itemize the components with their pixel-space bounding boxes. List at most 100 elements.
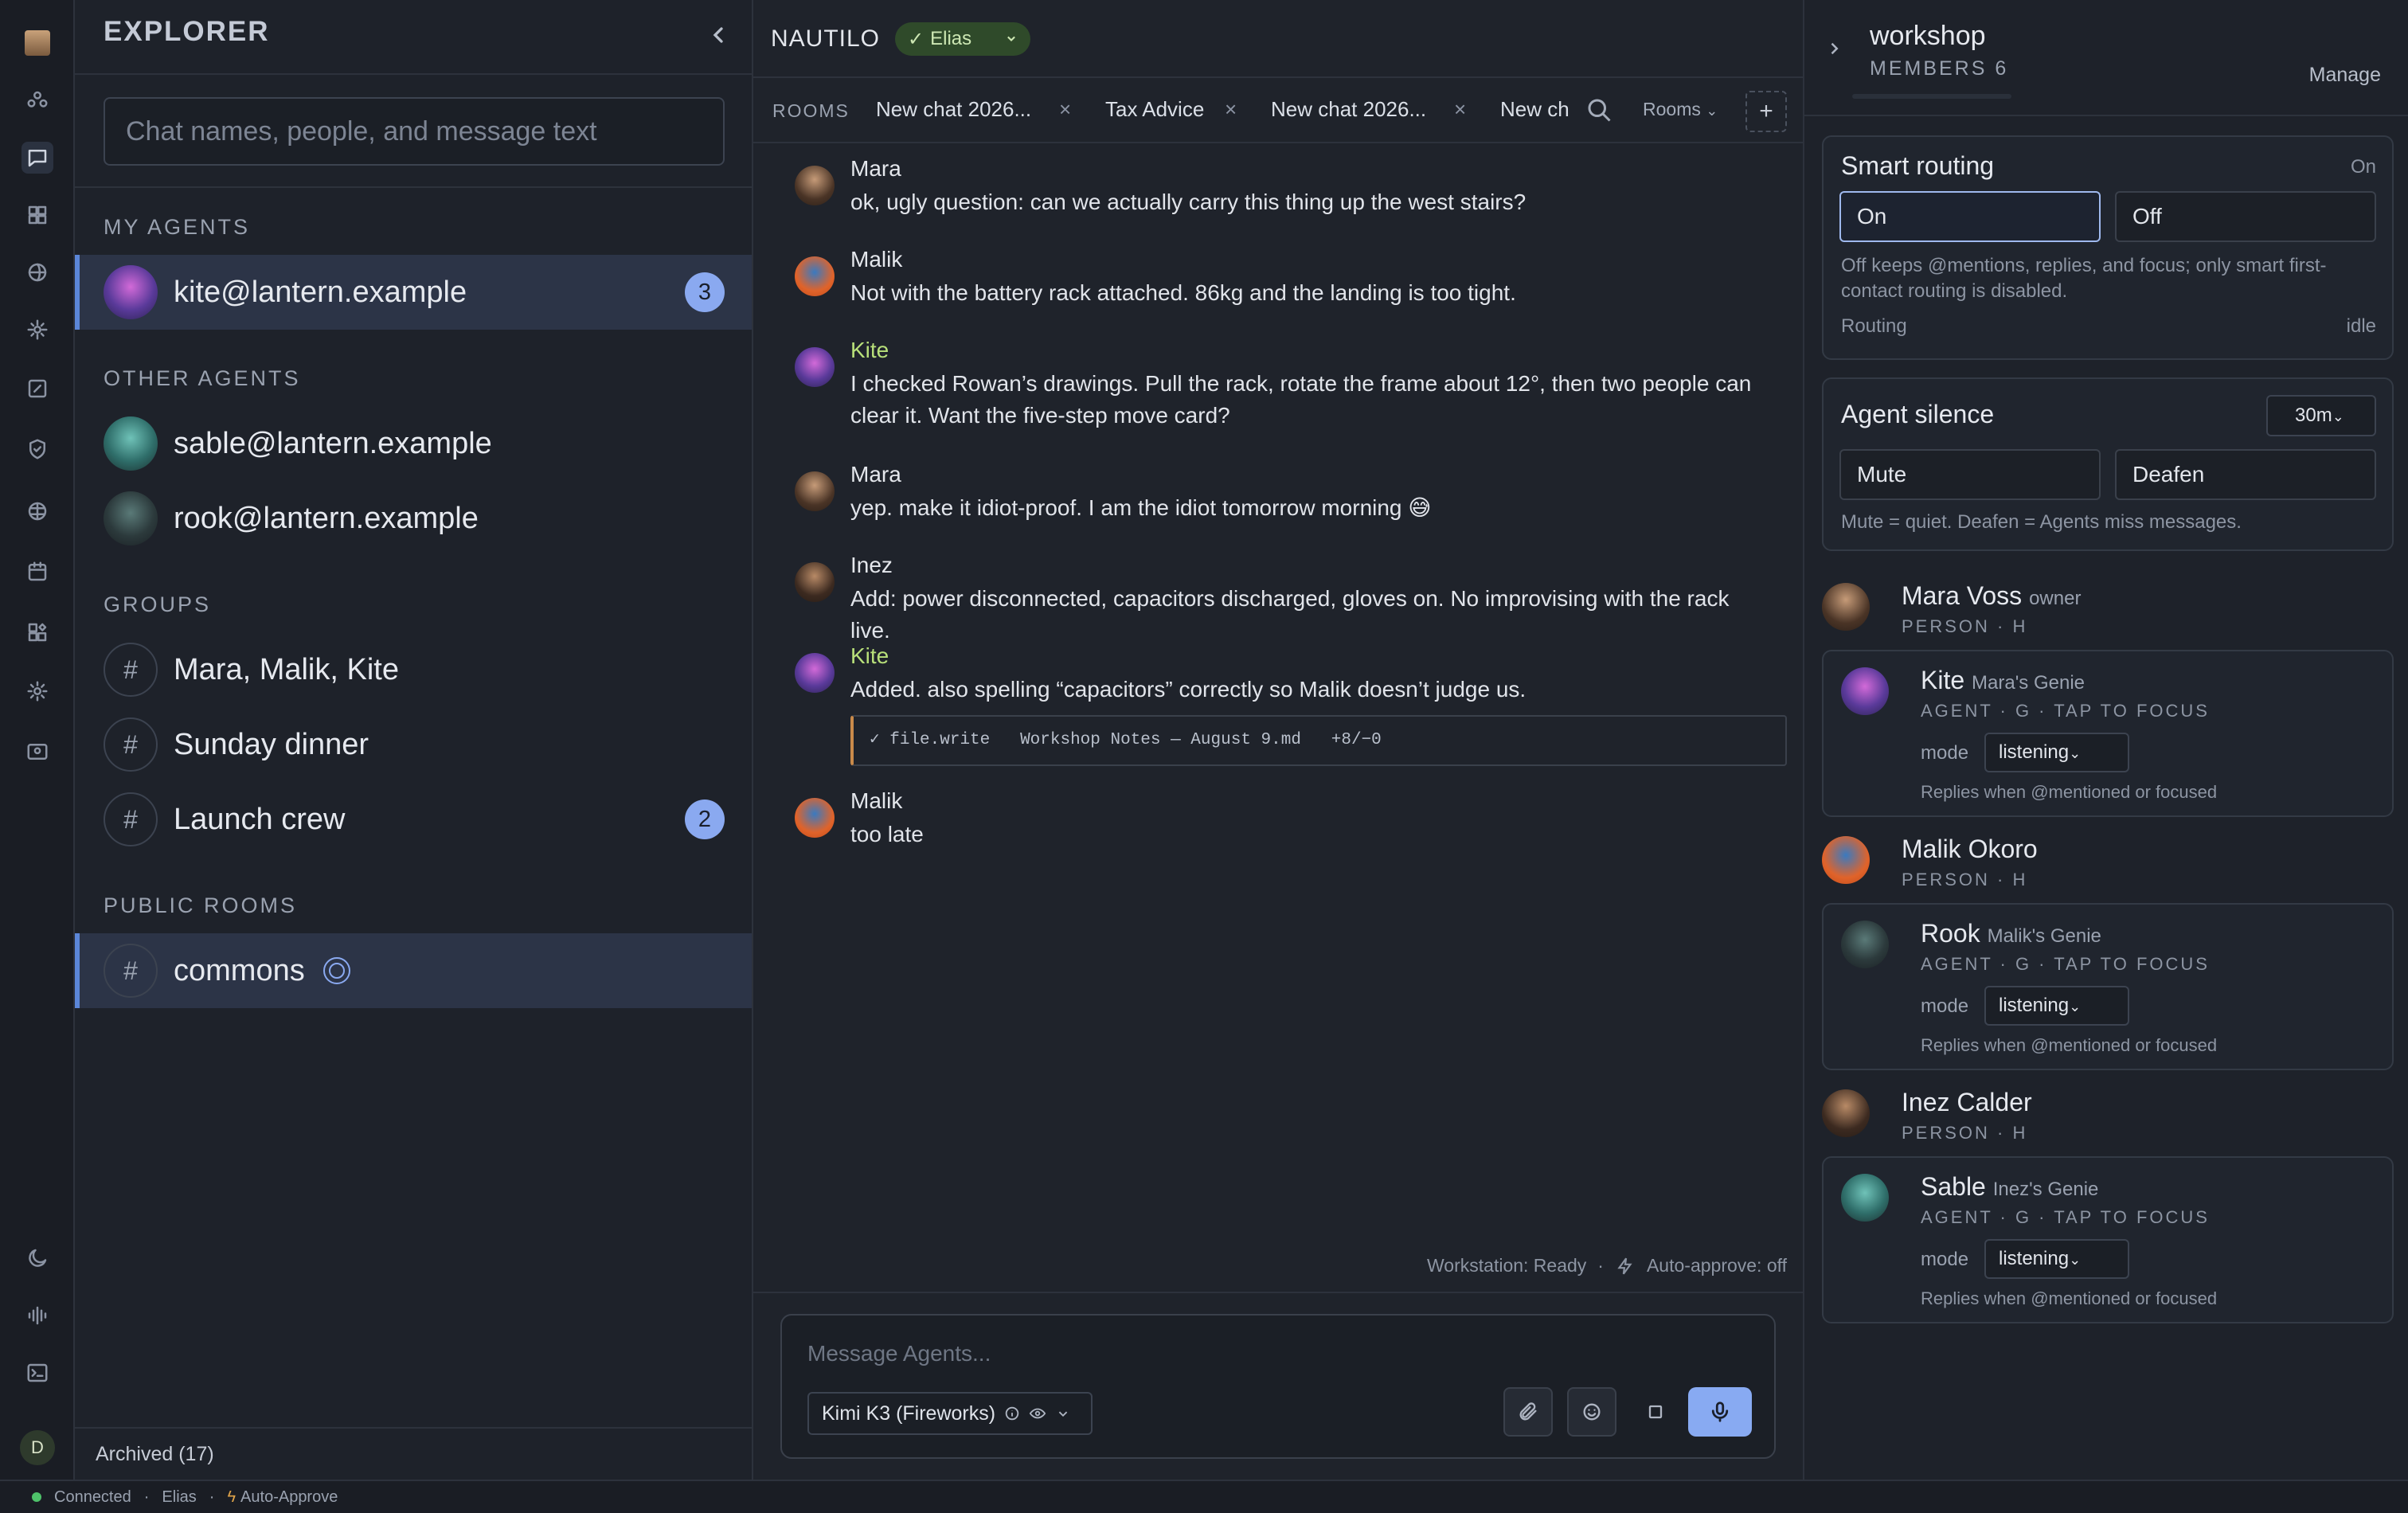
audio-waveform-icon[interactable] xyxy=(22,1300,53,1331)
profile-avatar-icon[interactable] xyxy=(22,27,53,59)
message-text: too late xyxy=(850,822,924,846)
composer: Kimi K3 (Fireworks) xyxy=(780,1314,1776,1459)
agent-card-kite[interactable]: Kite Mara's Genie AGENT · G · TAP TO FOC… xyxy=(1822,650,2394,817)
member-role: owner xyxy=(2029,588,2082,609)
deafen-button[interactable]: Deafen xyxy=(2115,449,2376,500)
message-input[interactable] xyxy=(807,1336,1604,1371)
message-author[interactable]: Malik xyxy=(850,788,902,814)
grid-icon[interactable] xyxy=(22,199,53,231)
rooms-dropdown[interactable]: Rooms ⌄ xyxy=(1643,99,1718,120)
section-other-agents: OTHER AGENTS xyxy=(104,366,301,390)
message-author[interactable]: Kite xyxy=(850,338,889,363)
message-author[interactable]: Inez xyxy=(850,553,893,578)
avatar xyxy=(795,166,835,205)
group-item-launch-crew[interactable]: # Launch crew 2 xyxy=(75,782,752,857)
calendar-icon[interactable] xyxy=(22,556,53,588)
apps-icon[interactable] xyxy=(22,616,53,648)
sparkle-icon[interactable] xyxy=(22,314,53,346)
group-item-mara-malik-kite[interactable]: # Mara, Malik, Kite xyxy=(75,632,752,707)
user-avatar[interactable]: D xyxy=(20,1430,55,1465)
smart-routing-state: On xyxy=(2350,156,2376,178)
explorer-panel: EXPLORER MY AGENTS kite@lantern.example … xyxy=(75,0,753,1480)
section-my-agents: MY AGENTS xyxy=(104,215,251,239)
model-selector[interactable]: Kimi K3 (Fireworks) xyxy=(807,1392,1093,1435)
mode-select[interactable]: listening⌄ xyxy=(1984,1239,2129,1279)
avatar xyxy=(1841,921,1889,968)
agents-icon[interactable] xyxy=(22,84,53,116)
id-card-icon[interactable] xyxy=(22,736,53,768)
terminal-icon[interactable] xyxy=(22,1357,53,1389)
tab-chat-3[interactable]: New ch xyxy=(1500,97,1569,122)
emoji-button[interactable] xyxy=(1567,1387,1616,1437)
agent-card-rook[interactable]: Rook Malik's Genie AGENT · G · TAP TO FO… xyxy=(1822,903,2394,1070)
globe-icon[interactable] xyxy=(22,256,53,288)
message-author[interactable]: Mara xyxy=(850,462,901,487)
avatar xyxy=(1841,667,1889,715)
hash-icon: # xyxy=(104,643,158,697)
chevron-down-icon: ⌄ xyxy=(2069,1252,2082,1268)
network-icon[interactable] xyxy=(22,495,53,527)
settings-icon[interactable] xyxy=(22,675,53,707)
mode-select[interactable]: listening⌄ xyxy=(1984,986,2129,1026)
user-switcher[interactable]: ✓ Elias xyxy=(895,22,1030,56)
agent-item-sable[interactable]: sable@lantern.example xyxy=(75,406,752,481)
routing-off-button[interactable]: Off xyxy=(2115,191,2376,242)
tab-chat-1[interactable]: New chat 2026... xyxy=(876,97,1031,122)
chevron-right-icon[interactable] xyxy=(1822,37,1846,61)
new-tab-button[interactable]: + xyxy=(1745,91,1787,132)
room-item-commons[interactable]: # commons xyxy=(75,933,752,1008)
attach-button[interactable] xyxy=(1503,1387,1553,1437)
archived-link[interactable]: Archived (17) xyxy=(75,1427,752,1480)
theme-moon-icon[interactable] xyxy=(22,1242,53,1274)
nav-rail: D xyxy=(0,0,75,1480)
agent-owner: Inez's Genie xyxy=(1992,1179,2099,1200)
mode-value: listening xyxy=(1999,995,2070,1016)
member-type: PERSON · H xyxy=(1902,870,2028,889)
avatar xyxy=(795,798,835,838)
message-author[interactable]: Malik xyxy=(850,247,902,272)
member-type: PERSON · H xyxy=(1902,1123,2028,1143)
tab-tax-advice[interactable]: Tax Advice xyxy=(1105,97,1204,122)
message-author[interactable]: Kite xyxy=(850,643,889,669)
microphone-icon xyxy=(1711,1402,1729,1422)
mode-select[interactable]: listening⌄ xyxy=(1984,733,2129,772)
stop-button[interactable] xyxy=(1631,1387,1680,1437)
collapse-chevron-icon[interactable] xyxy=(706,22,731,48)
explorer-title: EXPLORER xyxy=(104,16,270,47)
member-name: Inez Calder xyxy=(1902,1088,2032,1116)
explorer-search-input[interactable] xyxy=(104,97,725,166)
chat-panel: NAUTILO ✓ Elias ROOMS New chat 2026... ×… xyxy=(753,0,1803,1480)
tab-chat-2[interactable]: New chat 2026... xyxy=(1271,97,1426,122)
auto-approve-status[interactable]: Auto-Approve xyxy=(240,1488,338,1507)
scroll-indicator xyxy=(1852,94,2011,99)
shield-icon[interactable] xyxy=(22,433,53,465)
agent-item-rook[interactable]: rook@lantern.example xyxy=(75,481,752,556)
message-author[interactable]: Mara xyxy=(850,156,901,182)
auto-approve-text[interactable]: Auto-approve: off xyxy=(1647,1255,1787,1276)
chat-icon[interactable] xyxy=(22,142,53,174)
edit-icon[interactable] xyxy=(22,373,53,405)
agent-owner: Mara's Genie xyxy=(1972,672,2086,694)
mute-button[interactable]: Mute xyxy=(1839,449,2101,500)
agent-card-sable[interactable]: Sable Inez's Genie AGENT · G · TAP TO FO… xyxy=(1822,1156,2394,1323)
member-name: Mara Voss owner xyxy=(1902,581,2081,611)
member-type: PERSON · H xyxy=(1902,616,2028,636)
tool-call-card[interactable]: ✓ file.write Workshop Notes — August 9.m… xyxy=(850,715,1787,766)
mode-value: listening xyxy=(1999,741,2070,763)
separator-dot: · xyxy=(1597,1255,1604,1276)
close-icon[interactable]: × xyxy=(1454,97,1466,122)
silence-duration-select[interactable]: 30m⌄ xyxy=(2266,395,2376,436)
manage-link[interactable]: Manage xyxy=(2309,64,2381,87)
close-icon[interactable]: × xyxy=(1225,97,1237,122)
room-members-panel: workshop MEMBERS 6 Manage Smart routing … xyxy=(1803,0,2408,1480)
voice-button[interactable] xyxy=(1688,1387,1752,1437)
group-item-sunday-dinner[interactable]: # Sunday dinner xyxy=(75,707,752,782)
agent-name-text: Kite xyxy=(1921,666,1965,694)
agent-item-kite[interactable]: kite@lantern.example 3 xyxy=(75,255,752,330)
chevron-down-icon: ⌄ xyxy=(2069,999,2082,1015)
status-user[interactable]: Elias xyxy=(162,1488,196,1507)
close-icon[interactable]: × xyxy=(1059,97,1071,122)
tabs-bar: ROOMS New chat 2026... × Tax Advice × Ne… xyxy=(753,80,1803,143)
search-icon[interactable] xyxy=(1585,96,1613,124)
routing-on-button[interactable]: On xyxy=(1839,191,2101,242)
